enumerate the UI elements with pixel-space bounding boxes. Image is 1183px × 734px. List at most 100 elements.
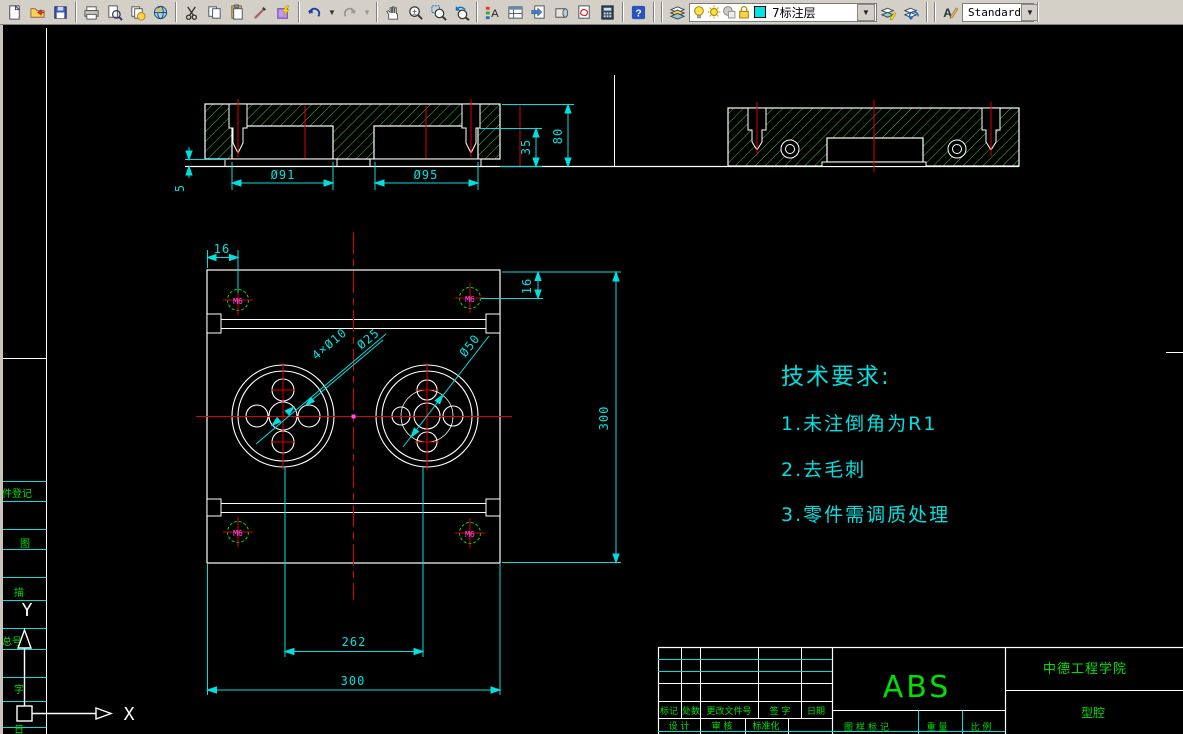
save-button[interactable] (49, 1, 72, 23)
left-fragment-text: 件登记 (2, 487, 32, 500)
plan-dimensions (205, 250, 621, 695)
dim-16-right: 16 (520, 278, 534, 294)
undo-button[interactable] (303, 1, 326, 23)
dim-d91: Ø91 (271, 168, 296, 182)
layer-make-current-button[interactable] (877, 1, 900, 23)
toolbar-separator (653, 2, 655, 22)
tb-label: 设 计 (669, 720, 690, 732)
publish-icon (129, 4, 146, 21)
toolbar-separator (926, 2, 928, 22)
save-icon (52, 4, 69, 21)
layers-button[interactable] (666, 1, 689, 23)
sun-state[interactable] (707, 5, 721, 19)
markup-set-manager-button[interactable] (573, 1, 596, 23)
cut-icon (183, 4, 200, 21)
dim-262: 262 (342, 635, 367, 649)
sheet-set-manager-icon (553, 4, 570, 21)
dim-300-bottom: 300 (341, 674, 366, 688)
vp-freeze-state[interactable] (722, 5, 736, 19)
tb-label: 重 量 (927, 721, 948, 733)
dim-300-right: 300 (597, 406, 611, 431)
print-button[interactable] (80, 1, 103, 23)
tool-palettes-button[interactable] (527, 1, 550, 23)
sheet-set-manager-button[interactable] (550, 1, 573, 23)
undo-dropdown-button[interactable]: ▼ (326, 1, 338, 23)
tool-palettes-icon (530, 4, 547, 21)
text-style-combo[interactable]: Standard ▼ (962, 2, 1039, 22)
hole-label: M6 (465, 295, 475, 304)
tb-label: 审 核 (712, 720, 733, 732)
paste-button[interactable] (226, 1, 249, 23)
new-file-icon (6, 4, 23, 21)
block-editor-icon (275, 4, 292, 21)
left-fragment-text: 图 (20, 538, 30, 550)
layers-icon (669, 4, 686, 21)
bulb-state[interactable] (692, 5, 706, 19)
svg-text:±: ± (412, 6, 417, 16)
help-button[interactable]: ? (627, 1, 650, 23)
dim-16-top: 16 (214, 242, 230, 256)
web-button[interactable] (149, 1, 172, 23)
redo-button[interactable] (338, 1, 361, 23)
plot-preview-button[interactable] (103, 1, 126, 23)
zoom-previous-button[interactable] (450, 1, 473, 23)
zoom-previous-icon (453, 4, 470, 21)
new-file-button[interactable] (3, 1, 26, 23)
help-icon: ? (630, 4, 647, 21)
toolbar-separator (622, 2, 624, 22)
dim-h35: 35 (519, 139, 533, 155)
lock-icon (737, 5, 751, 19)
layer-color-swatch[interactable] (754, 6, 766, 18)
tb-label: 图样标记 (844, 721, 892, 733)
properties-button[interactable]: A (481, 1, 504, 23)
lock-state[interactable] (737, 5, 751, 19)
tb-label: 日期 (807, 706, 825, 717)
zoom-realtime-button[interactable]: ± (404, 1, 427, 23)
toolbar-separator (75, 2, 77, 22)
pan-icon (384, 4, 401, 21)
redo-dropdown-button[interactable]: ▼ (361, 1, 373, 23)
plan-view: M6 M6 M6 M6 4×Ø10 Ø25 Ø50 16 16 300 262 … (196, 232, 621, 695)
block-editor-button[interactable] (272, 1, 295, 23)
undo-icon (306, 4, 323, 21)
tech-req-title: 技术要求: (781, 364, 891, 390)
quick-calc-button[interactable] (596, 1, 619, 23)
left-fragment-text: 日 (14, 725, 24, 734)
layer-combo-dropdown[interactable]: ▼ (857, 3, 875, 21)
design-center-button[interactable] (504, 1, 527, 23)
layer-combo[interactable]: 7标注层 ▼ (689, 2, 877, 22)
copy-button[interactable] (203, 1, 226, 23)
zoom-window-button[interactable] (427, 1, 450, 23)
open-icon (29, 4, 46, 21)
layer-previous-button[interactable] (900, 1, 923, 23)
toolbar-separator (175, 2, 177, 22)
pan-button[interactable] (381, 1, 404, 23)
cut-button[interactable] (180, 1, 203, 23)
plot-preview-icon (106, 4, 123, 21)
tb-label: 标准化 (752, 720, 779, 732)
match-properties-icon (252, 4, 269, 21)
web-icon (152, 4, 169, 21)
tb-label: 比 例 (971, 721, 992, 733)
text-style-combo-value: Standard (968, 5, 1021, 19)
tech-req-item: 3.零件需调质处理 (781, 504, 950, 526)
zoom-realtime-icon: ± (407, 4, 424, 21)
tb-label: 签 字 (770, 705, 791, 717)
center-point-marker (351, 414, 356, 419)
publish-button[interactable] (126, 1, 149, 23)
design-center-icon (507, 4, 524, 21)
drawing-canvas[interactable]: 件登记 图 描 总号 字 日 Ø91 Ø95 5 35 80 M6 M6 M6 … (0, 0, 1183, 734)
text-style-button[interactable]: A (939, 1, 962, 23)
match-properties-button[interactable] (249, 1, 272, 23)
title-block: 标记 处数 更改文件号 签 字 日期 设 计 审 核 标准化 图样标记 重 量 … (657, 646, 1183, 734)
dim-bolt-holes: 4×Ø10 (309, 325, 350, 362)
dim-h80: 80 (551, 128, 565, 144)
print-icon (83, 4, 100, 21)
toolbar-separator (476, 2, 478, 22)
vp-freeze-icon (722, 5, 736, 19)
toolbar-separator (376, 2, 378, 22)
quick-calc-icon (599, 4, 616, 21)
tb-label: 处数 (682, 705, 700, 717)
open-button[interactable] (26, 1, 49, 23)
svg-text:A: A (491, 8, 499, 20)
